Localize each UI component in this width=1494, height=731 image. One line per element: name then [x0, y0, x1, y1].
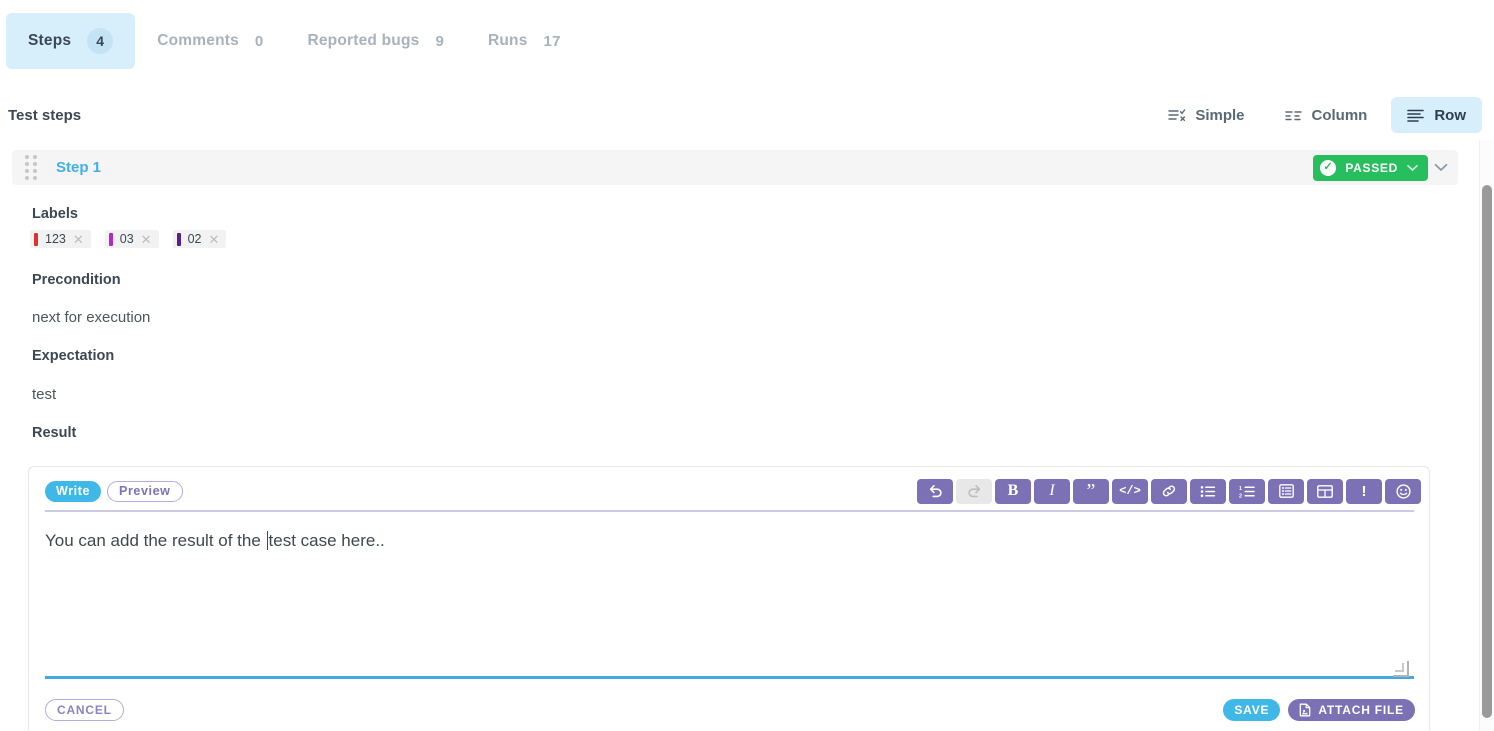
quote-icon[interactable]: ” — [1073, 478, 1109, 504]
expectation-heading: Expectation — [32, 348, 115, 364]
step-header-row: Step 1 ✓ PASSED — [12, 150, 1458, 185]
editor-tab-preview[interactable]: Preview — [107, 480, 183, 502]
bullet-list-icon[interactable] — [1190, 478, 1226, 504]
status-badge-label: PASSED — [1345, 160, 1398, 175]
emoji-icon[interactable] — [1385, 478, 1421, 504]
view-mode-group: Simple Column Row — [1152, 97, 1494, 133]
row-view-icon — [1407, 107, 1425, 123]
close-icon[interactable]: ✕ — [73, 233, 84, 246]
view-mode-column[interactable]: Column — [1269, 97, 1384, 133]
close-icon[interactable]: ✕ — [208, 233, 219, 246]
view-mode-column-label: Column — [1311, 106, 1368, 124]
result-textarea[interactable]: You can add the result of the test case … — [45, 531, 385, 551]
labels-list: 123 ✕ 03 ✕ 02 ✕ — [30, 230, 1494, 248]
text-caret — [266, 531, 268, 550]
tab-comments[interactable]: Comments 0 — [135, 13, 285, 69]
label-color-swatch — [176, 232, 181, 246]
view-mode-row-label: Row — [1434, 106, 1466, 124]
tab-reported-bugs-count: 9 — [435, 32, 444, 50]
attach-file-label: ATTACH FILE — [1318, 703, 1404, 717]
label-chip-text: 123 — [45, 232, 66, 246]
editor-divider — [45, 510, 1414, 512]
tab-comments-label: Comments — [157, 32, 239, 49]
vertical-scrollbar-thumb[interactable] — [1482, 185, 1492, 718]
label-chip[interactable]: 02 ✕ — [172, 230, 227, 248]
page-title: Test steps — [8, 106, 82, 124]
editor-focus-underline — [45, 676, 1414, 679]
collapse-step-chevron-icon[interactable] — [1434, 163, 1448, 172]
chevron-down-icon[interactable] — [1407, 164, 1418, 172]
file-icon — [1299, 703, 1311, 717]
tab-runs-label: Runs — [487, 32, 528, 49]
tab-steps-count: 4 — [87, 28, 114, 54]
tab-reported-bugs[interactable]: Reported bugs 9 — [285, 13, 466, 69]
view-mode-row[interactable]: Row — [1391, 97, 1482, 133]
tab-steps[interactable]: Steps 4 — [6, 13, 136, 69]
close-icon[interactable]: ✕ — [141, 233, 152, 246]
result-text-before-caret: You can add the result of the — [45, 531, 266, 550]
drag-dot — [32, 155, 37, 159]
redo-icon — [956, 478, 992, 504]
drag-dot — [24, 169, 29, 173]
labels-heading: Labels — [32, 206, 78, 222]
column-view-icon — [1284, 107, 1303, 123]
svg-text:2: 2 — [1239, 493, 1242, 498]
attach-file-button[interactable]: ATTACH FILE — [1288, 699, 1415, 721]
drag-dot — [24, 176, 29, 180]
numbered-list-icon[interactable]: 12 — [1229, 478, 1265, 504]
test-steps-header: Test steps Simple Column Row — [0, 92, 1494, 138]
precondition-value[interactable]: next for execution — [32, 309, 1494, 326]
alert-icon[interactable]: ! — [1346, 478, 1382, 504]
result-text-after-caret: test case here.. — [268, 531, 385, 550]
check-circle-icon: ✓ — [1320, 159, 1337, 176]
italic-icon[interactable]: I — [1034, 478, 1070, 504]
result-heading: Result — [32, 425, 77, 441]
resize-handle[interactable] — [1393, 661, 1409, 677]
view-mode-simple-label: Simple — [1195, 106, 1245, 124]
undo-icon[interactable] — [917, 478, 953, 504]
table-icon[interactable] — [1307, 478, 1343, 504]
label-chip[interactable]: 03 ✕ — [104, 230, 159, 248]
tab-reported-bugs-label: Reported bugs — [307, 32, 420, 49]
drag-dot — [32, 162, 37, 166]
status-badge[interactable]: ✓ PASSED — [1313, 154, 1428, 181]
label-color-swatch — [34, 232, 38, 246]
precondition-heading: Precondition — [32, 272, 121, 288]
formatting-toolbar: B I ” </> 12 ! — [917, 478, 1421, 504]
drag-dot — [32, 169, 37, 173]
drag-dot — [24, 162, 29, 166]
label-chip-text: 02 — [187, 232, 202, 246]
link-icon[interactable] — [1151, 478, 1187, 504]
svg-text:1: 1 — [1239, 486, 1242, 492]
editor-toolbar-row: Write Preview B I ” </> 12 ! — [29, 467, 1429, 515]
bold-icon[interactable]: B — [995, 478, 1031, 504]
view-mode-simple[interactable]: Simple — [1152, 97, 1260, 133]
vertical-scrollbar-track[interactable] — [1479, 140, 1494, 730]
drag-dot — [24, 155, 29, 159]
label-color-swatch — [108, 232, 113, 246]
drag-dot — [32, 176, 37, 180]
label-chip-text: 03 — [119, 232, 134, 246]
tab-runs[interactable]: Runs 17 — [466, 13, 583, 69]
save-button[interactable]: SAVE — [1223, 699, 1281, 721]
editor-tab-write[interactable]: Write — [45, 480, 102, 502]
task-list-icon[interactable] — [1268, 478, 1304, 504]
step-body: Labels 123 ✕ 03 ✕ 02 ✕ Precondition next… — [0, 196, 1494, 441]
simple-view-icon — [1168, 107, 1186, 123]
code-icon[interactable]: </> — [1112, 478, 1148, 504]
result-editor: Write Preview B I ” </> 12 ! You can add… — [28, 466, 1430, 730]
tab-comments-count: 0 — [254, 32, 264, 50]
detail-tab-bar: Steps 4 Comments 0 Reported bugs 9 Runs … — [0, 0, 1494, 82]
step-title[interactable]: Step 1 — [56, 159, 101, 176]
label-chip[interactable]: 123 ✕ — [30, 230, 91, 248]
editor-footer: CANCEL SAVE ATTACH FILE — [29, 689, 1431, 731]
cancel-button[interactable]: CANCEL — [45, 699, 124, 721]
tab-steps-label: Steps — [28, 32, 72, 49]
step-header-actions: ✓ PASSED — [1313, 154, 1458, 181]
drag-handle-icon[interactable] — [20, 155, 42, 180]
tab-runs-count: 17 — [543, 32, 561, 50]
expectation-value[interactable]: test — [32, 386, 1494, 403]
